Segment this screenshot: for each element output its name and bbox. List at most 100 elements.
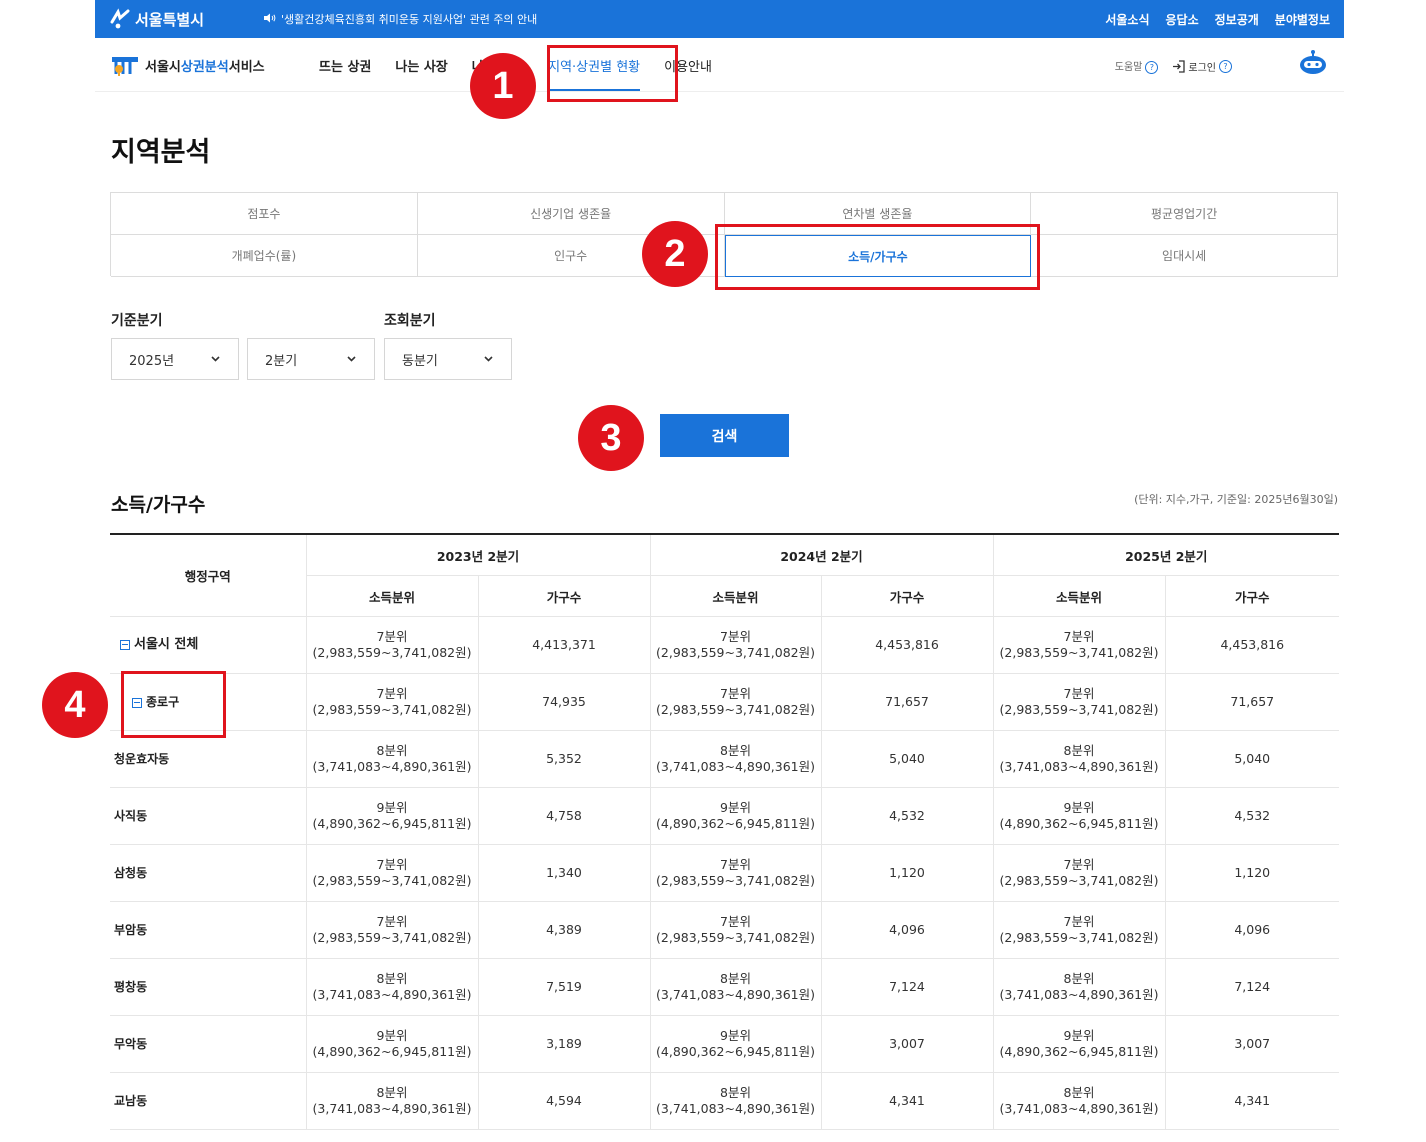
quantile-range: (3,741,083~4,890,361원) [656,987,815,1002]
notice-banner[interactable]: '생활건강체육진흥회 취미운동 지원사업' 관련 주의 안내 [263,11,537,27]
nav-i-am-owner[interactable]: 나는 사장 [395,56,447,75]
chevron-down-icon [484,356,493,362]
tab-rent-price[interactable]: 임대시세 [1031,235,1338,277]
tab-avg-operating-period[interactable]: 평균영업기간 [1031,193,1338,235]
table-row: 부암동 7분위 (2,983,559~3,741,082원) 4,389 7분위 (2,9… [110,901,1339,959]
household-count-cell: 7,124 [820,958,993,1016]
period-header: 2023년 2분기 [305,533,650,576]
unit-note: (단위: 지수,가구, 기준일: 2025년6월30일) [1134,493,1338,506]
top-link-response[interactable]: 응답소 [1166,11,1199,28]
quantile-label: 7분위 [1063,857,1095,872]
page-title: 지역분석 [111,137,211,168]
quantile-range: (2,983,559~3,741,082원) [312,873,472,888]
chatbot-robot-icon[interactable] [1298,50,1328,78]
quantile-label: 8분위 [720,971,751,986]
annotation-badge-3: 3 [578,405,644,471]
household-count-cell: 7,519 [477,958,650,1016]
household-count-cell: 4,389 [477,901,650,959]
brand-prefix: 서울시 [145,59,181,75]
region-name: 사직동 [114,809,148,823]
quantile-range: (2,983,559~3,741,082원) [999,930,1159,945]
service-brand[interactable]: 서울시 상권분석 서비스 [111,53,265,77]
quantile-label: 9분위 [720,800,751,815]
income-quantile-cell: 7분위 (2,983,559~3,741,082원) [305,901,478,959]
year-select[interactable]: 2025년 [111,338,239,380]
quantile-range: (3,741,083~4,890,361원) [656,1101,815,1116]
household-count-cell: 5,040 [820,730,993,788]
income-quantile-cell: 9분위 (4,890,362~6,945,811원) [992,1015,1165,1073]
collapse-toggle-icon[interactable] [120,639,130,650]
income-quantile-cell: 8분위 (3,741,083~4,890,361원) [649,958,821,1016]
income-quantile-cell: 7분위 (2,983,559~3,741,082원) [649,616,821,674]
quantile-label: 8분위 [720,743,751,758]
quantile-range: (4,890,362~6,945,811원) [999,816,1159,831]
seoul-logo[interactable]: 서울특별시 [109,6,204,32]
top-link-news[interactable]: 서울소식 [1105,11,1149,28]
quantile-label: 7분위 [1063,629,1095,644]
login-link[interactable]: 로그인? [1172,59,1232,74]
quantile-label: 8분위 [376,1085,408,1100]
income-quantile-cell: 7분위 (2,983,559~3,741,082원) [649,901,821,959]
login-label: 로그인 [1188,62,1216,74]
income-quantile-cell: 7분위 (2,983,559~3,741,082원) [305,844,478,902]
top-link-fields[interactable]: 분야별정보 [1275,11,1330,28]
income-quantile-cell: 7분위 (2,983,559~3,741,082원) [992,901,1165,959]
annotation-box-4 [121,671,226,738]
quantile-label: 7분위 [1063,914,1095,929]
quantile-range: (3,741,083~4,890,361원) [312,1101,472,1116]
income-quantile-cell: 9분위 (4,890,362~6,945,811원) [305,787,478,845]
household-count-cell: 7,124 [1164,958,1339,1016]
tab-open-close-count[interactable]: 개폐업수(률) [111,235,418,277]
table-row: 평창동 8분위 (3,741,083~4,890,361원) 7,519 8분위 (3,7… [110,958,1339,1016]
quantile-label: 9분위 [1063,800,1095,815]
brand-highlight: 상권분석 [180,59,229,75]
quantile-label: 7분위 [720,914,751,929]
quarter-select-value: 2분기 [265,353,298,369]
region-cell: 삼청동 [110,844,306,902]
quarter-select[interactable]: 2분기 [247,338,375,380]
quantile-range: (3,741,083~4,890,361원) [312,987,472,1002]
region-name: 무악동 [114,1037,148,1051]
base-quarter-label: 기준분기 [111,313,163,329]
annotation-badge-2: 2 [642,221,708,287]
nav-trending-area[interactable]: 뜨는 상권 [319,56,371,75]
quantile-range: (2,983,559~3,741,082원) [312,702,472,717]
compare-quarter-select[interactable]: 동분기 [384,338,512,380]
quantile-label: 8분위 [1063,971,1095,986]
income-quantile-cell: 7분위 (2,983,559~3,741,082원) [649,673,821,731]
income-quantile-cell: 7분위 (2,983,559~3,741,082원) [992,616,1165,674]
quantile-range: (2,983,559~3,741,082원) [999,645,1159,660]
question-icon: ? [1219,59,1232,73]
top-links: 서울소식 응답소 정보공개 분야별정보 [1105,11,1330,28]
quantile-label: 9분위 [720,1028,751,1043]
household-count-cell: 4,341 [1164,1072,1339,1130]
income-quantile-cell: 9분위 (4,890,362~6,945,811원) [649,1015,821,1073]
income-quantile-header: 소득분위 [649,575,821,617]
region-cell: 교남동 [110,1072,306,1130]
search-button[interactable]: 검색 [660,414,789,457]
quantile-range: (4,890,362~6,945,811원) [999,1044,1159,1059]
household-count-cell: 4,758 [477,787,650,845]
quantile-label: 7분위 [376,629,408,644]
income-quantile-cell: 8분위 (3,741,083~4,890,361원) [992,730,1165,788]
quantile-range: (2,983,559~3,741,082원) [999,873,1159,888]
household-count-cell: 4,594 [477,1072,650,1130]
household-count-cell: 5,352 [477,730,650,788]
region-cell[interactable]: 서울시 전체 [110,616,306,674]
period-header: 2025년 2분기 [992,533,1339,576]
table-row: 종로구 7분위 (2,983,559~3,741,082원) 74,935 7분위 (2,… [110,673,1339,731]
household-count-cell: 4,096 [1164,901,1339,959]
region-header: 행정구역 [110,533,306,617]
income-household-table: 행정구역 2023년 2분기 2024년 2분기 2025년 2분기 소득분위 … [110,533,1339,1130]
table-row: 사직동 9분위 (4,890,362~6,945,811원) 4,758 9분위 (4,8… [110,787,1339,845]
quantile-label: 8분위 [1063,743,1095,758]
help-link[interactable]: 도움말? [1115,58,1159,74]
help-label: 도움말 [1114,62,1143,73]
quantile-label: 7분위 [720,629,751,644]
brand-logo-icon [111,53,139,77]
tab-store-count[interactable]: 점포수 [111,193,418,235]
brand-suffix: 서비스 [228,59,265,75]
top-link-disclosure[interactable]: 정보공개 [1215,11,1259,28]
quantile-label: 8분위 [376,743,408,758]
household-count-cell: 4,453,816 [1164,616,1339,674]
